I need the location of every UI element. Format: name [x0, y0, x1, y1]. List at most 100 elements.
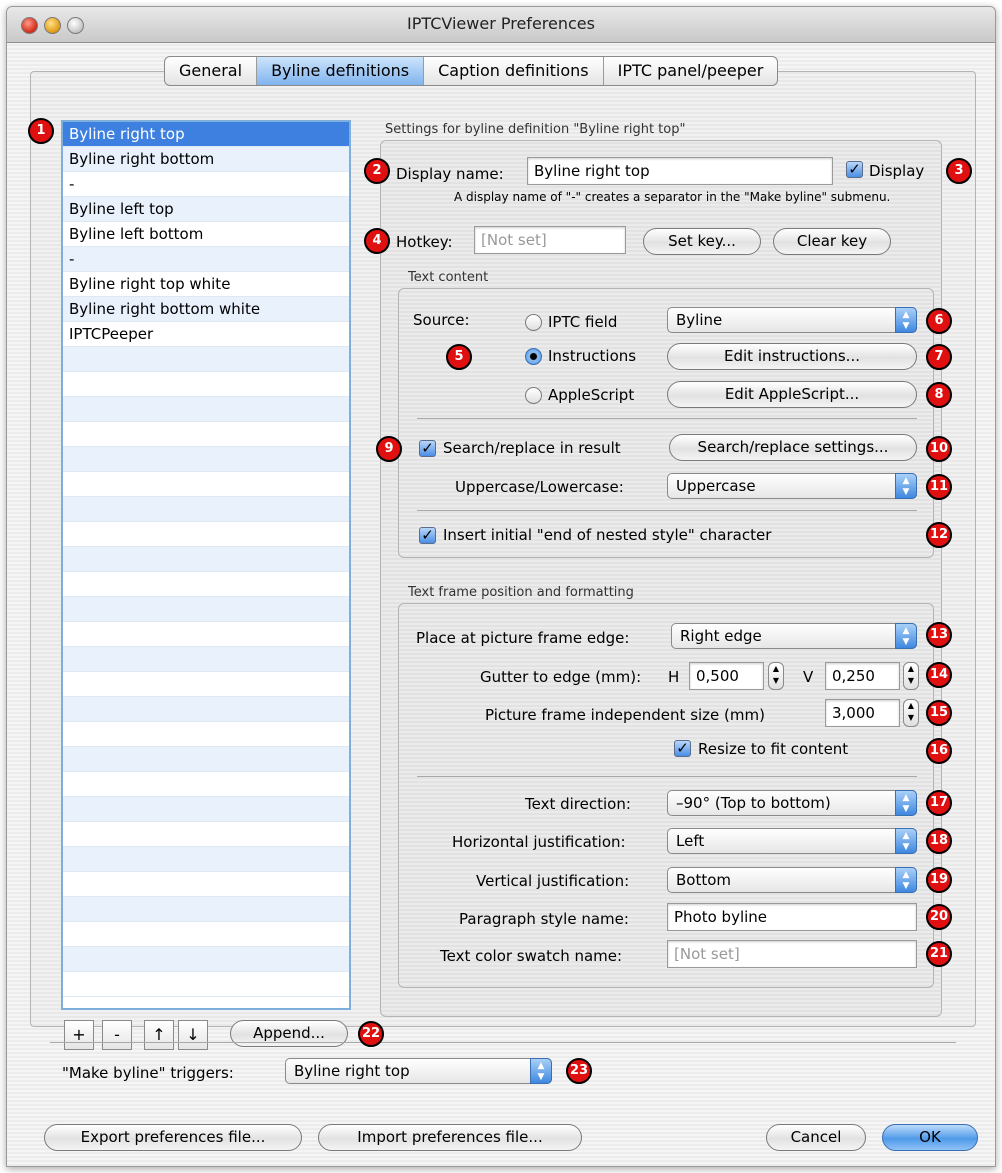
- vjust-label: Vertical justification:: [476, 872, 630, 890]
- empty-list-row: [63, 647, 349, 672]
- edit-instructions-button[interactable]: Edit instructions...: [667, 343, 917, 370]
- callout-badge: 2: [364, 158, 390, 184]
- cancel-button[interactable]: Cancel: [766, 1124, 866, 1151]
- gutter-v-stepper[interactable]: ▲ ▼: [903, 662, 919, 690]
- list-item[interactable]: Byline right top white: [63, 272, 349, 297]
- callout-badge: 23: [566, 1058, 592, 1084]
- empty-list-row: [63, 347, 349, 372]
- gutter-h-field[interactable]: 0,500: [689, 662, 764, 690]
- settings-title: Settings for byline definition "Byline r…: [385, 122, 686, 137]
- popup-arrows-icon: ▲ ▼: [895, 790, 917, 816]
- hjust-value: Left: [676, 832, 705, 850]
- callout-badge: 16: [926, 738, 952, 764]
- search-replace-checkbox[interactable]: ✓: [419, 440, 436, 457]
- popup-arrows-icon: ▲ ▼: [895, 867, 917, 893]
- resize-checkbox[interactable]: ✓: [674, 740, 691, 757]
- instructions-radio[interactable]: [525, 348, 542, 365]
- import-preferences-button[interactable]: Import preferences file...: [318, 1124, 582, 1151]
- separator: [417, 418, 917, 419]
- popup-arrows-icon: ▲ ▼: [895, 623, 917, 649]
- empty-list-row: [63, 572, 349, 597]
- triggers-label: "Make byline" triggers:: [62, 1064, 234, 1082]
- empty-list-row: [63, 372, 349, 397]
- clear-key-button[interactable]: Clear key: [773, 228, 891, 255]
- search-replace-settings-button[interactable]: Search/replace settings...: [669, 434, 917, 461]
- move-up-button[interactable]: ↑: [144, 1020, 174, 1050]
- empty-list-row: [63, 422, 349, 447]
- callout-badge: 5: [446, 344, 472, 370]
- edge-value: Right edge: [680, 627, 762, 645]
- triggers-popup[interactable]: Byline right top ▲ ▼: [285, 1058, 552, 1084]
- applescript-radio[interactable]: [525, 387, 542, 404]
- case-value: Uppercase: [676, 477, 756, 495]
- separator: [417, 776, 917, 777]
- hjust-popup[interactable]: Left ▲ ▼: [667, 828, 917, 854]
- popup-arrows-icon: ▲ ▼: [895, 307, 917, 333]
- display-label: Display: [869, 162, 925, 180]
- callout-badge: 22: [358, 1021, 384, 1047]
- list-item[interactable]: Byline right bottom: [63, 147, 349, 172]
- display-checkbox[interactable]: ✓: [846, 161, 863, 178]
- v-label: V: [803, 668, 814, 686]
- export-preferences-button[interactable]: Export preferences file...: [44, 1124, 302, 1151]
- swatch-field[interactable]: [Not set]: [667, 940, 917, 968]
- hotkey-label: Hotkey:: [396, 233, 453, 251]
- callout-badge: 13: [926, 622, 952, 648]
- list-item[interactable]: Byline right top: [63, 122, 349, 147]
- callout-badge: 10: [926, 436, 952, 462]
- display-name-field[interactable]: Byline right top: [527, 157, 833, 185]
- tab-caption-definitions[interactable]: Caption definitions: [424, 57, 604, 85]
- edit-applescript-button[interactable]: Edit AppleScript...: [667, 381, 917, 408]
- insert-nested-style-checkbox[interactable]: ✓: [419, 527, 436, 544]
- byline-list[interactable]: Byline right top Byline right bottom - B…: [61, 120, 351, 1010]
- empty-list-row: [63, 697, 349, 722]
- edge-popup[interactable]: Right edge ▲ ▼: [671, 623, 917, 649]
- list-item[interactable]: Byline left bottom: [63, 222, 349, 247]
- swatch-label: Text color swatch name:: [440, 947, 623, 965]
- text-content-title: Text content: [408, 270, 489, 285]
- size-field[interactable]: 3,000: [825, 699, 900, 727]
- separator: [50, 1042, 956, 1043]
- iptc-field-value: Byline: [676, 311, 723, 329]
- list-item[interactable]: -: [63, 247, 349, 272]
- tab-iptc-panel-peeper[interactable]: IPTC panel/peeper: [604, 57, 778, 85]
- direction-popup[interactable]: –90° (Top to bottom) ▲ ▼: [667, 790, 917, 816]
- callout-badge: 18: [926, 828, 952, 854]
- empty-list-row: [63, 497, 349, 522]
- list-item[interactable]: Byline left top: [63, 197, 349, 222]
- tab-general[interactable]: General: [165, 57, 258, 85]
- list-item[interactable]: -: [63, 172, 349, 197]
- tab-byline-definitions[interactable]: Byline definitions: [257, 57, 425, 85]
- empty-list-row: [63, 672, 349, 697]
- empty-list-row: [63, 772, 349, 797]
- iptc-field-radio[interactable]: [525, 314, 542, 331]
- iptc-field-popup[interactable]: Byline ▲ ▼: [667, 307, 917, 333]
- move-down-button[interactable]: ↓: [178, 1020, 208, 1050]
- ok-button[interactable]: OK: [882, 1124, 978, 1151]
- empty-list-row: [63, 922, 349, 947]
- gutter-v-field[interactable]: 0,250: [825, 662, 900, 690]
- remove-button[interactable]: -: [102, 1020, 132, 1050]
- add-button[interactable]: +: [64, 1020, 94, 1050]
- empty-list-row: [63, 972, 349, 997]
- set-key-button[interactable]: Set key...: [643, 228, 761, 255]
- list-item[interactable]: Byline right bottom white: [63, 297, 349, 322]
- case-label: Uppercase/Lowercase:: [455, 478, 624, 496]
- list-item[interactable]: IPTCPeeper: [63, 322, 349, 347]
- empty-list-row: [63, 397, 349, 422]
- size-stepper[interactable]: ▲ ▼: [903, 699, 919, 727]
- instructions-label: Instructions: [548, 347, 637, 365]
- edge-label: Place at picture frame edge:: [416, 629, 630, 647]
- case-popup[interactable]: Uppercase ▲ ▼: [667, 473, 917, 499]
- title-bar: IPTCViewer Preferences: [7, 7, 995, 43]
- empty-list-row: [63, 797, 349, 822]
- vjust-value: Bottom: [676, 871, 732, 889]
- vjust-popup[interactable]: Bottom ▲ ▼: [667, 867, 917, 893]
- applescript-label: AppleScript: [548, 386, 635, 404]
- empty-list-row: [63, 847, 349, 872]
- callout-badge: 20: [926, 904, 952, 930]
- pstyle-field[interactable]: Photo byline: [667, 903, 917, 931]
- hotkey-field[interactable]: [Not set]: [474, 226, 626, 254]
- callout-badge: 6: [926, 308, 952, 334]
- gutter-h-stepper[interactable]: ▲ ▼: [768, 662, 784, 690]
